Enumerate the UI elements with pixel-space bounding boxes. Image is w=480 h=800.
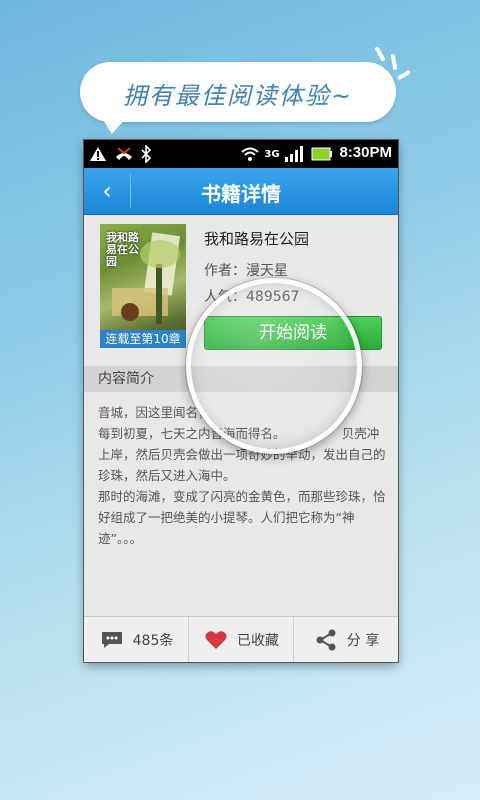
title-bar: ‹ 书籍详情 — [84, 168, 398, 215]
signal-icon — [284, 144, 304, 164]
warning-icon — [88, 144, 108, 164]
favorite-button[interactable]: 已收藏 — [189, 617, 294, 662]
status-bar: 3G 8:30PM — [84, 140, 398, 168]
promo-slogan: 拥有最佳阅读体验~ — [122, 82, 354, 110]
sparkle-decoration — [396, 69, 412, 81]
share-button[interactable]: 分 享 — [294, 617, 398, 662]
share-label: 分 享 — [346, 633, 380, 649]
comments-count: 485条 — [132, 633, 174, 649]
promo-bubble: 拥有最佳阅读体验~ — [80, 62, 396, 134]
magnifier-lens — [186, 278, 362, 454]
wifi-icon — [240, 144, 260, 164]
intro-paragraph: 那时的海滩，变成了闪亮的金黄色，而那些珍珠，恰好组成了一把绝美的小提琴。人们把它… — [98, 489, 386, 546]
missed-call-icon — [114, 144, 134, 164]
favorite-label: 已收藏 — [237, 633, 279, 649]
page-title: 书籍详情 — [201, 182, 281, 206]
heart-icon — [203, 629, 229, 651]
comments-button[interactable]: 485条 — [84, 617, 189, 662]
book-cover[interactable]: 我和路易在公园 连载至第10章 — [100, 224, 186, 348]
sparkle-decoration — [390, 53, 398, 71]
phone-screen: 3G 8:30PM ‹ 书籍详情 我和路易在公园 连载至第10章 我和路易在公园… — [84, 140, 398, 662]
battery-icon — [310, 144, 334, 164]
share-icon — [313, 629, 339, 651]
book-author: 作者：漫天星 — [204, 263, 288, 279]
status-time: 8:30PM — [339, 144, 392, 161]
book-title: 我和路易在公园 — [204, 230, 310, 248]
comment-icon — [99, 629, 125, 651]
sparkle-decoration — [374, 46, 386, 62]
cover-title: 我和路易在公园 — [106, 231, 139, 268]
bottom-action-bar: 485条 已收藏 分 享 — [84, 616, 398, 662]
chapter-ribbon: 连载至第10章 — [100, 330, 186, 348]
bluetooth-icon — [136, 144, 156, 164]
3g-icon: 3G — [264, 148, 280, 160]
